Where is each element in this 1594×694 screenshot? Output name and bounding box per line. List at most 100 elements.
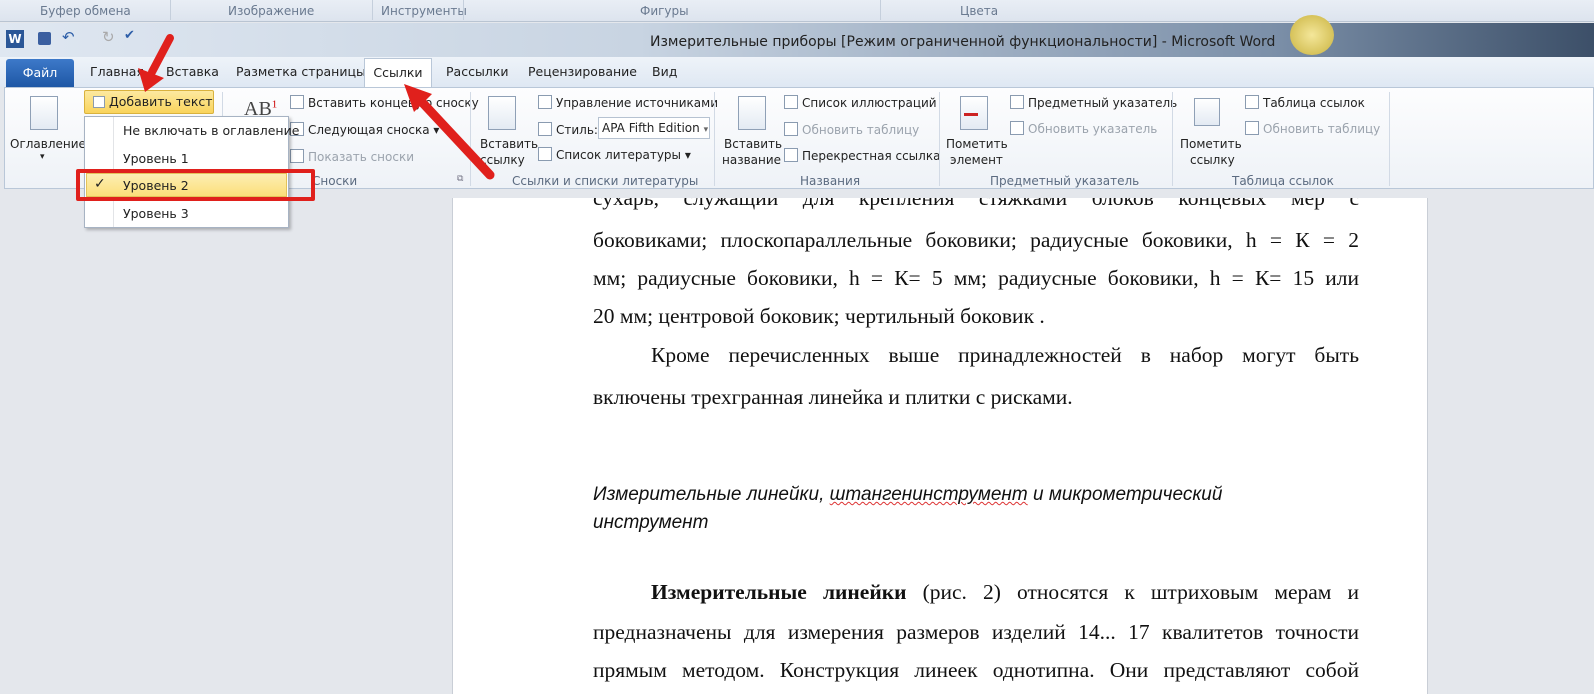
previous-ribbon-strip: Буфер обмена Изображение Инструменты Фиг… [0, 0, 1594, 22]
label: Вставить концевую сноску [308, 96, 479, 110]
tab-file[interactable]: Файл [6, 59, 74, 87]
tab-review[interactable]: Рецензирование [528, 64, 637, 79]
manage-sources-icon [538, 95, 552, 109]
undo-icon[interactable]: ↶ [62, 28, 75, 46]
next-footnote-button[interactable]: Следующая сноска ▾ [290, 122, 439, 137]
insert-caption-icon [738, 96, 766, 130]
style-select[interactable]: APA Fifth Edition ▾ [598, 117, 710, 139]
label: Перекрестная ссылка [802, 149, 941, 163]
tab-home[interactable]: Главная [90, 64, 144, 79]
toc-icon [30, 96, 58, 130]
mark-citation-icon [1194, 98, 1220, 126]
cross-reference-button[interactable]: Перекрестная ссылка [784, 148, 940, 163]
label: Управление источниками [556, 96, 719, 110]
heading-text: и микрометрический [1027, 484, 1223, 505]
mark-citation-button[interactable]: Пометить [1180, 137, 1242, 151]
cross-reference-icon [784, 148, 798, 162]
doc-line: предназначены для измерения размеров изд… [593, 620, 1359, 644]
text: (рис. 2) относятся к штриховым мерам и [906, 580, 1359, 604]
insert-citation-button[interactable]: Вставить [480, 137, 538, 151]
figures-icon [784, 95, 798, 109]
group-label: Фигуры [640, 4, 689, 18]
show-notes-button[interactable]: Показать сноски [290, 149, 414, 164]
toc-button[interactable]: Оглавление [10, 137, 86, 151]
dialog-launcher-icon[interactable]: ⧉ [457, 174, 463, 184]
doc-heading: Измерительные линейки, штангенинструмент… [593, 484, 1359, 506]
doc-line: мм; радиусные боковики, h = К= 5 мм; рад… [593, 266, 1359, 290]
doc-line: Кроме перечисленных выше принадлежностей… [651, 343, 1359, 367]
update-toa-button[interactable]: Обновить таблицу [1245, 121, 1380, 136]
update-icon [1245, 121, 1259, 135]
label: Список литературы [556, 148, 682, 162]
style-icon [538, 122, 552, 136]
label: Обновить таблицу [802, 123, 920, 137]
tab-mailings[interactable]: Рассылки [446, 64, 508, 79]
tab-references[interactable]: Ссылки [364, 58, 432, 88]
bibliography-button[interactable]: Список литературы ▾ [538, 147, 691, 162]
doc-heading: инструмент [593, 512, 709, 533]
update-icon [784, 122, 798, 136]
doc-line: Измерительные линейки (рис. 2) относятся… [651, 580, 1359, 605]
endnote-icon [290, 95, 304, 109]
tab-view[interactable]: Вид [652, 64, 677, 79]
style-value: APA Fifth Edition [602, 121, 700, 135]
insert-citation-icon [488, 96, 516, 130]
document-page[interactable]: сухарь, служащий для крепления стяжками … [452, 198, 1428, 694]
update-icon [1010, 121, 1024, 135]
redo-icon[interactable]: ↻ [102, 28, 115, 46]
group-label: Изображение [228, 4, 315, 18]
heading-text: штангенинструмент [829, 484, 1028, 505]
label: Стиль: [556, 123, 598, 137]
label: Показать сноски [308, 150, 415, 164]
decoration [1290, 15, 1334, 55]
insert-caption-label[interactable]: название [722, 153, 781, 167]
group-label: Инструменты [381, 4, 467, 18]
window-title: Измерительные приборы [Режим ограниченно… [650, 34, 1276, 50]
add-text-button[interactable]: Добавить текст ▾ [84, 90, 214, 131]
add-text-label: Добавить текст [109, 94, 213, 109]
label: Список иллюстраций [802, 96, 937, 110]
tab-page-layout[interactable]: Разметка страницы [236, 64, 366, 79]
group-label: Названия [800, 174, 861, 188]
update-index-button[interactable]: Обновить указатель [1010, 121, 1157, 136]
label: Предметный указатель [1028, 96, 1178, 110]
doc-line: сухарь, служащий для крепления стяжками … [593, 198, 1359, 210]
manage-sources-button[interactable]: Управление источниками [538, 95, 718, 110]
insert-caption-button[interactable]: Вставить [724, 137, 782, 151]
doc-line: боковиками; плоскопараллельные боковики;… [593, 228, 1359, 252]
mark-citation-label[interactable]: ссылку [1190, 153, 1235, 167]
group-label: Сноски [312, 174, 358, 188]
annotation-highlight-box [76, 169, 315, 201]
label: Таблица ссылок [1263, 96, 1365, 110]
group-label: Цвета [960, 4, 999, 18]
insert-citation-label[interactable]: ссылку [480, 153, 525, 167]
group-label: Ссылки и списки литературы [512, 174, 699, 188]
menu-item-do-not-show[interactable]: Не включать в оглавление [123, 123, 299, 138]
add-text-icon [93, 96, 105, 108]
update-table-button[interactable]: Обновить таблицу [784, 122, 919, 137]
mark-entry-icon [960, 96, 988, 130]
save-icon[interactable] [38, 32, 51, 45]
spelling-icon[interactable]: ✔ [124, 28, 135, 43]
label: Следующая сноска [308, 123, 430, 137]
mark-entry-button[interactable]: Пометить [946, 137, 1008, 151]
insert-endnote-button[interactable]: Вставить концевую сноску [290, 95, 479, 110]
show-notes-icon [290, 149, 304, 163]
insert-index-button[interactable]: Предметный указатель [1010, 95, 1177, 110]
menu-item-level-1[interactable]: Уровень 1 [123, 151, 189, 166]
style-label: Стиль: [538, 122, 598, 137]
mark-entry-label[interactable]: элемент [950, 153, 1003, 167]
doc-line: прямым методом. Конструкция линеек однот… [593, 658, 1359, 682]
table-of-figures-button[interactable]: Список иллюстраций [784, 95, 937, 110]
insert-toa-button[interactable]: Таблица ссылок [1245, 95, 1365, 110]
heading-text: Измерительные линейки, [593, 484, 830, 505]
label: Обновить таблицу [1263, 122, 1381, 136]
menu-item-level-3[interactable]: Уровень 3 [123, 206, 189, 221]
tab-insert[interactable]: Вставка [166, 64, 219, 79]
group-label: Таблица ссылок [1232, 174, 1334, 188]
doc-line: включены трехгранная линейка и плитки с … [593, 385, 1073, 409]
toa-icon [1245, 95, 1259, 109]
bibliography-icon [538, 147, 552, 161]
doc-line: 20 мм; центровой боковик; чертильный бок… [593, 304, 1045, 328]
bold-term: Измерительные линейки [651, 580, 907, 604]
